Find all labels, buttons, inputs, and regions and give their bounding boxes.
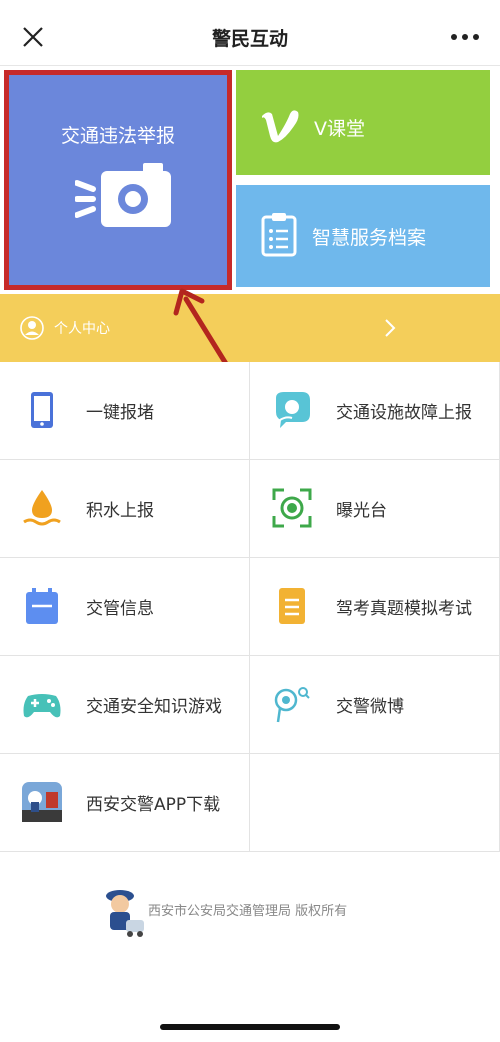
v-class-label: V课堂 [314,118,365,140]
calendar-icon [26,588,58,624]
traffic-safety-game-item[interactable]: 交通安全知识游戏 [0,656,250,754]
traffic-police-weibo-item[interactable]: 交警微博 [250,656,500,754]
gamepad-icon [23,694,61,718]
driving-exam-simulation-item[interactable]: 驾考真题模拟考试 [250,558,500,656]
one-click-congestion-report-item[interactable]: 一键报堵 [0,362,250,460]
grid-item-label: 交通设施故障上报 [336,403,472,423]
xian-traffic-app-download-item[interactable]: 西安交警APP下载 [0,754,250,852]
smart-service-archive-label: 智慧服务档案 [312,227,427,249]
grid-item-label: 交通安全知识游戏 [86,697,222,717]
grid-item-label: 西安交警APP下载 [86,795,221,815]
facility-fault-report-item[interactable]: 交通设施故障上报 [250,362,500,460]
camera-icon [75,163,171,227]
copyright-text: 西安市公安局交通管理局 版权所有 [148,904,348,919]
top-bar: 警民互动 [0,0,500,66]
exposure-platform-item[interactable]: 曝光台 [250,460,500,558]
more-options-icon[interactable] [448,26,482,48]
app-logo-icon [22,782,62,822]
grid-item-label: 曝光台 [336,501,387,521]
grid-item-label: 一键报堵 [86,403,154,423]
traffic-violation-report-tile[interactable]: 交通违法举报 [4,70,232,290]
v-class-tile[interactable]: V课堂 [236,70,490,175]
grid-item-label: 交管信息 [86,599,154,619]
document-icon [279,588,305,624]
police-mascot-icon [106,890,144,937]
home-indicator[interactable] [160,1024,340,1030]
weibo-icon [274,687,310,723]
waterlogging-report-item[interactable]: 积水上报 [0,460,250,558]
grid-item-label: 交警微博 [336,697,404,717]
grid-item-label: 驾考真题模拟考试 [336,599,472,619]
footer: 西安市公安局交通管理局 版权所有 [0,880,500,940]
phone-icon [31,392,53,428]
traffic-violation-report-label: 交通违法举报 [60,125,175,147]
empty-grid-cell [250,754,500,852]
traffic-info-item[interactable]: 交管信息 [0,558,250,656]
grid-item-label: 积水上报 [86,501,154,521]
page-title: 警民互动 [211,28,288,50]
clipboard-checklist-icon [261,213,297,257]
personal-center-label: 个人中心 [54,321,110,337]
chat-bubble-icon [276,392,310,428]
vimeo-v-icon [262,110,299,143]
user-avatar-icon [20,316,44,340]
focus-eye-icon [272,488,312,528]
water-drop-icon [23,490,61,526]
chevron-right-icon [385,319,396,337]
personal-center-bar[interactable]: 个人中心 [0,294,500,362]
smart-service-archive-tile[interactable]: 智慧服务档案 [236,185,490,287]
